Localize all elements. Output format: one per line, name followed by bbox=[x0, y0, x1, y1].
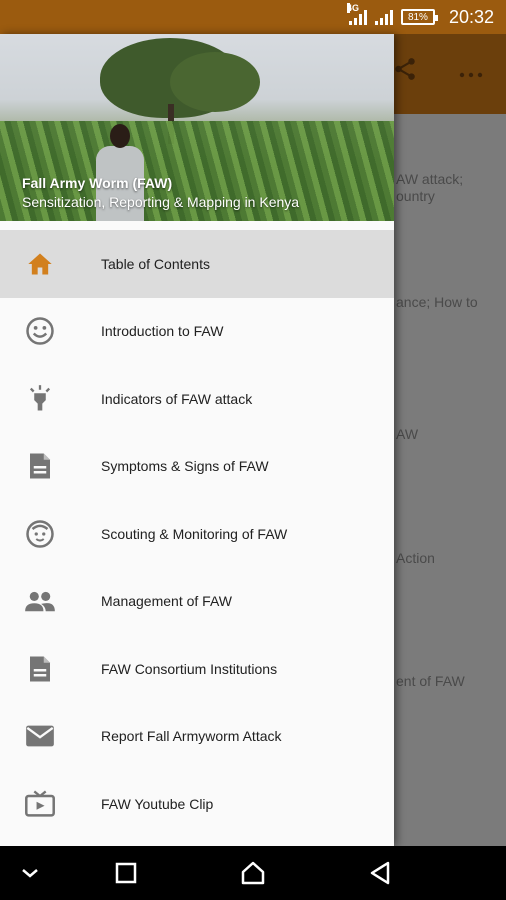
menu-item-youtube-clip[interactable]: FAW Youtube Clip bbox=[0, 770, 394, 838]
menu-item-management[interactable]: Management of FAW bbox=[0, 568, 394, 636]
menu-item-table-of-contents[interactable]: Table of Contents bbox=[0, 230, 394, 298]
battery-indicator: 81% bbox=[400, 9, 438, 25]
mail-icon bbox=[24, 720, 56, 752]
more-options-icon[interactable] bbox=[458, 62, 484, 88]
home-outline-icon bbox=[241, 861, 265, 885]
recents-icon bbox=[115, 862, 137, 884]
document-icon bbox=[24, 653, 56, 685]
nav-home-button[interactable] bbox=[223, 846, 283, 900]
menu-item-consortium[interactable]: FAW Consortium Institutions bbox=[0, 635, 394, 703]
drawer-header-image: Fall Army Worm (FAW) Sensitization, Repo… bbox=[0, 34, 394, 221]
tv-icon bbox=[24, 788, 56, 820]
back-triangle-icon bbox=[370, 861, 390, 885]
document-icon bbox=[24, 450, 56, 482]
chevron-down-icon bbox=[22, 869, 38, 878]
menu-item-label: Report Fall Armyworm Attack bbox=[101, 728, 282, 745]
drawer-subtitle: Sensitization, Reporting & Mapping in Ke… bbox=[22, 194, 300, 210]
menu-item-scouting[interactable]: Scouting & Monitoring of FAW bbox=[0, 500, 394, 568]
status-bar: 4G 81% 20:32 bbox=[0, 0, 506, 34]
menu-item-indicators[interactable]: Indicators of FAW attack bbox=[0, 365, 394, 433]
network-type: 4G bbox=[346, 3, 359, 13]
home-icon bbox=[24, 248, 56, 280]
smiley-icon bbox=[24, 315, 56, 347]
menu-item-label: FAW Consortium Institutions bbox=[101, 660, 278, 677]
cellular-signal-2-icon bbox=[374, 9, 393, 25]
tree-shape bbox=[170, 52, 260, 112]
lightbulb-icon bbox=[24, 383, 56, 415]
bg-text-line: Action bbox=[396, 550, 435, 566]
menu-item-symptoms[interactable]: Symptoms & Signs of FAW bbox=[0, 433, 394, 501]
menu-item-label: Symptoms & Signs of FAW bbox=[101, 458, 269, 475]
menu-item-label: Table of Contents bbox=[101, 255, 210, 272]
bg-text-line: ountry bbox=[396, 188, 435, 204]
child-face-icon bbox=[24, 518, 56, 550]
menu-item-label: Introduction to FAW bbox=[101, 323, 224, 340]
drawer-menu: Table of Contents Introduction to FAW In… bbox=[0, 230, 394, 838]
menu-item-label: Scouting & Monitoring of FAW bbox=[101, 525, 288, 542]
drawer-title: Fall Army Worm (FAW) bbox=[22, 175, 173, 191]
share-icon[interactable] bbox=[392, 56, 418, 88]
menu-item-label: Management of FAW bbox=[101, 593, 232, 610]
menu-item-report-attack[interactable]: Report Fall Armyworm Attack bbox=[0, 703, 394, 771]
people-icon bbox=[24, 585, 56, 617]
menu-item-introduction[interactable]: Introduction to FAW bbox=[0, 298, 394, 366]
bg-text-line: AW bbox=[396, 426, 419, 442]
clock: 20:32 bbox=[448, 6, 494, 27]
menu-item-label: Indicators of FAW attack bbox=[101, 390, 253, 407]
nav-chevron-down-button[interactable] bbox=[0, 846, 60, 900]
battery-percent: 81% bbox=[407, 11, 428, 23]
menu-item-label: FAW Youtube Clip bbox=[101, 795, 214, 812]
system-nav-bar bbox=[0, 846, 506, 900]
cellular-signal-icon: 4G bbox=[346, 3, 367, 25]
navigation-drawer: Fall Army Worm (FAW) Sensitization, Repo… bbox=[0, 34, 394, 846]
nav-recents-button[interactable] bbox=[96, 846, 156, 900]
bg-text-line: ent of FAW bbox=[396, 673, 465, 689]
nav-back-button[interactable] bbox=[350, 846, 410, 900]
bg-text-line: ance; How to bbox=[396, 294, 478, 310]
